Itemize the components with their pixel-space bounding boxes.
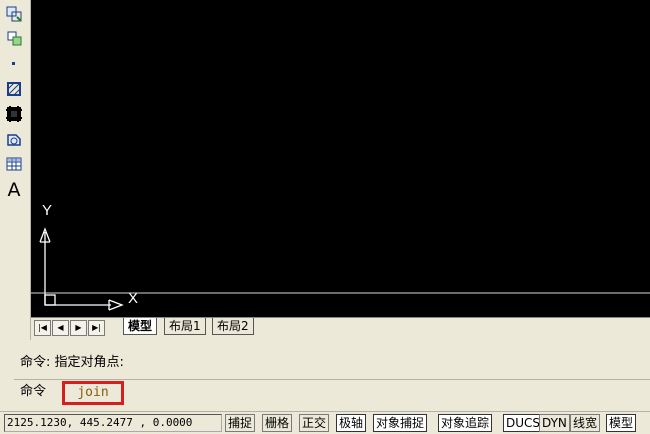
ucs-y-label: Y (42, 202, 52, 219)
table-style-icon[interactable] (3, 28, 25, 48)
prev-tab-button[interactable]: ◀ (52, 320, 69, 336)
multiline-text-icon[interactable]: A (3, 179, 25, 201)
osnap-toggle[interactable]: 对象捕捉 (373, 414, 428, 432)
command-prompt: 命令 (20, 384, 47, 399)
snap-toggle[interactable]: 捕捉 (225, 414, 256, 432)
draw-toolbar: A (0, 0, 31, 340)
first-tab-button[interactable]: |◀ (34, 320, 51, 336)
table-icon[interactable] (3, 154, 25, 174)
ortho-toggle[interactable]: 正交 (299, 414, 330, 432)
otrack-toggle[interactable]: 对象追踪 (438, 414, 493, 432)
gradient-icon[interactable] (3, 104, 25, 124)
coordinate-readout[interactable]: 2125.1230, 445.2477 , 0.0000 (4, 414, 222, 432)
lineweight-toggle[interactable]: 线宽 (570, 414, 601, 432)
layout-tabs: |◀ ◀ ▶ ▶| 模型 布局1 布局2 (31, 317, 650, 338)
next-tab-button[interactable]: ▶ (70, 320, 87, 336)
tab-layout1[interactable]: 布局1 (164, 318, 206, 335)
command-history: 命令: 指定对角点: (20, 355, 124, 370)
hatch-icon[interactable] (3, 79, 25, 99)
drawing-canvas[interactable]: Y X (31, 0, 650, 317)
tab-model[interactable]: 模型 (123, 318, 158, 335)
ucs-icon: Y X (31, 202, 650, 311)
command-input[interactable]: join (62, 381, 124, 405)
command-divider (14, 379, 650, 380)
point-icon[interactable] (3, 53, 25, 73)
last-tab-button[interactable]: ▶| (88, 320, 105, 336)
grid-toggle[interactable]: 栅格 (262, 414, 293, 432)
ducs-toggle[interactable]: DUCS (503, 414, 544, 432)
region-icon[interactable] (3, 4, 25, 24)
polar-toggle[interactable]: 极轴 (336, 414, 367, 432)
tab-layout2[interactable]: 布局2 (212, 318, 254, 335)
dyn-toggle[interactable]: DYN (539, 414, 570, 432)
model-toggle[interactable]: 模型 (606, 414, 637, 432)
status-bar: 2125.1230, 445.2477 , 0.0000 捕捉 栅格 正交 极轴… (0, 411, 650, 434)
boundary-icon[interactable] (3, 129, 25, 149)
ucs-x-label: X (128, 290, 138, 307)
